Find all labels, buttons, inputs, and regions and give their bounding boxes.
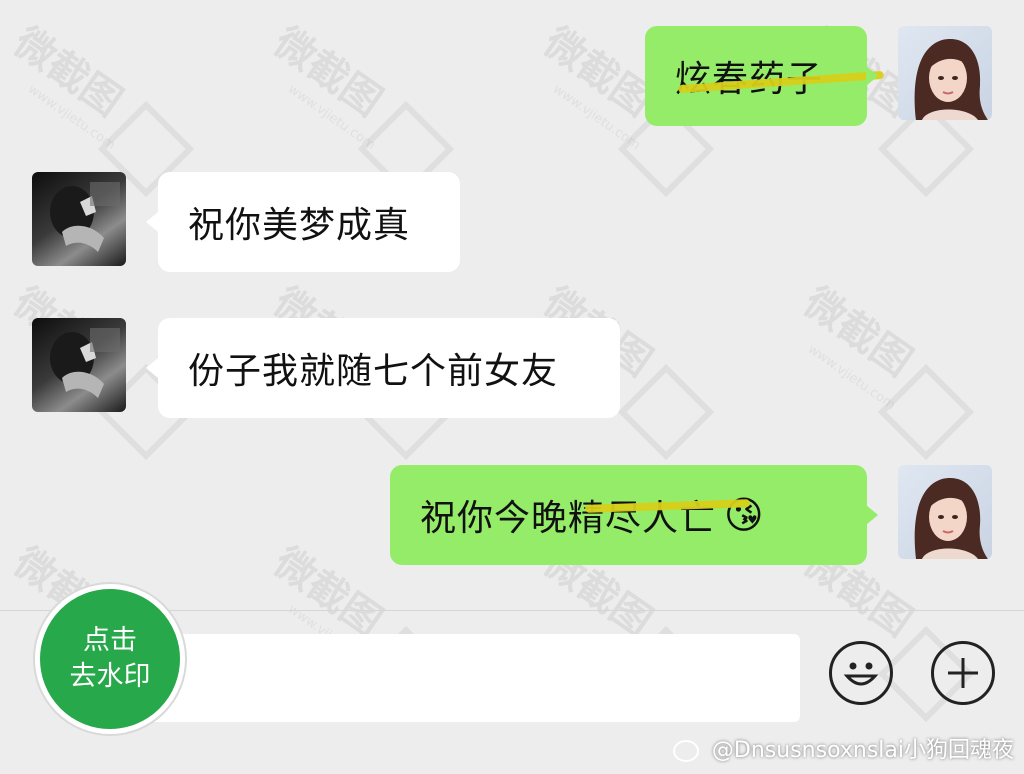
watermark-url: www.vjietu.com <box>805 341 898 414</box>
message-text: 祝你美梦成真 <box>188 205 411 246</box>
chat-bubble-received[interactable]: 份子我就随七个前女友 <box>158 318 620 418</box>
message-text: 份子我就随七个前女友 <box>188 351 559 392</box>
credit-text: @Dnsusnsoxnslai小狗回魂夜 <box>711 738 1014 763</box>
badge-line-2: 去水印 <box>69 661 151 692</box>
chat-bubble-sent[interactable]: 祝你今晚精尽人亡 😘 <box>390 465 867 565</box>
weibo-credit: @Dnsusnsoxnslai小狗回魂夜 <box>672 732 1014 764</box>
watermark-text: 微截图 <box>265 539 391 646</box>
watermark-url: www.vjietu.com <box>25 81 118 154</box>
avatar-contact[interactable] <box>32 318 126 412</box>
plus-button[interactable] <box>931 641 995 705</box>
avatar-contact[interactable] <box>32 172 126 266</box>
badge-line-1: 点击 <box>83 625 137 656</box>
avatar-self[interactable] <box>898 26 992 120</box>
message-input[interactable] <box>150 634 800 722</box>
watermark-text: 微截图 <box>5 19 131 126</box>
bubble-tail <box>146 358 158 378</box>
watermark-text: 微截图 <box>265 19 391 126</box>
chat-bubble-received[interactable]: 祝你美梦成真 <box>158 172 460 272</box>
bubble-tail <box>146 212 158 232</box>
watermark-logo-icon <box>877 363 975 461</box>
avatar-self[interactable] <box>898 465 992 559</box>
watermark-logo-icon <box>617 363 715 461</box>
watermark-text: 微截图 <box>795 279 921 386</box>
message-text: 祝你今晚精尽人亡 <box>420 498 717 539</box>
plus-icon <box>948 658 978 688</box>
watermark-url: www.vjietu.com <box>550 81 643 154</box>
weibo-icon <box>672 740 699 762</box>
smiley-icon <box>843 662 879 686</box>
bubble-tail <box>866 66 878 86</box>
watermark-url: www.vjietu.com <box>285 81 378 154</box>
remove-watermark-button[interactable]: 点击 去水印 <box>35 584 185 734</box>
emoji-button[interactable] <box>829 641 893 705</box>
bubble-tail <box>866 505 878 525</box>
